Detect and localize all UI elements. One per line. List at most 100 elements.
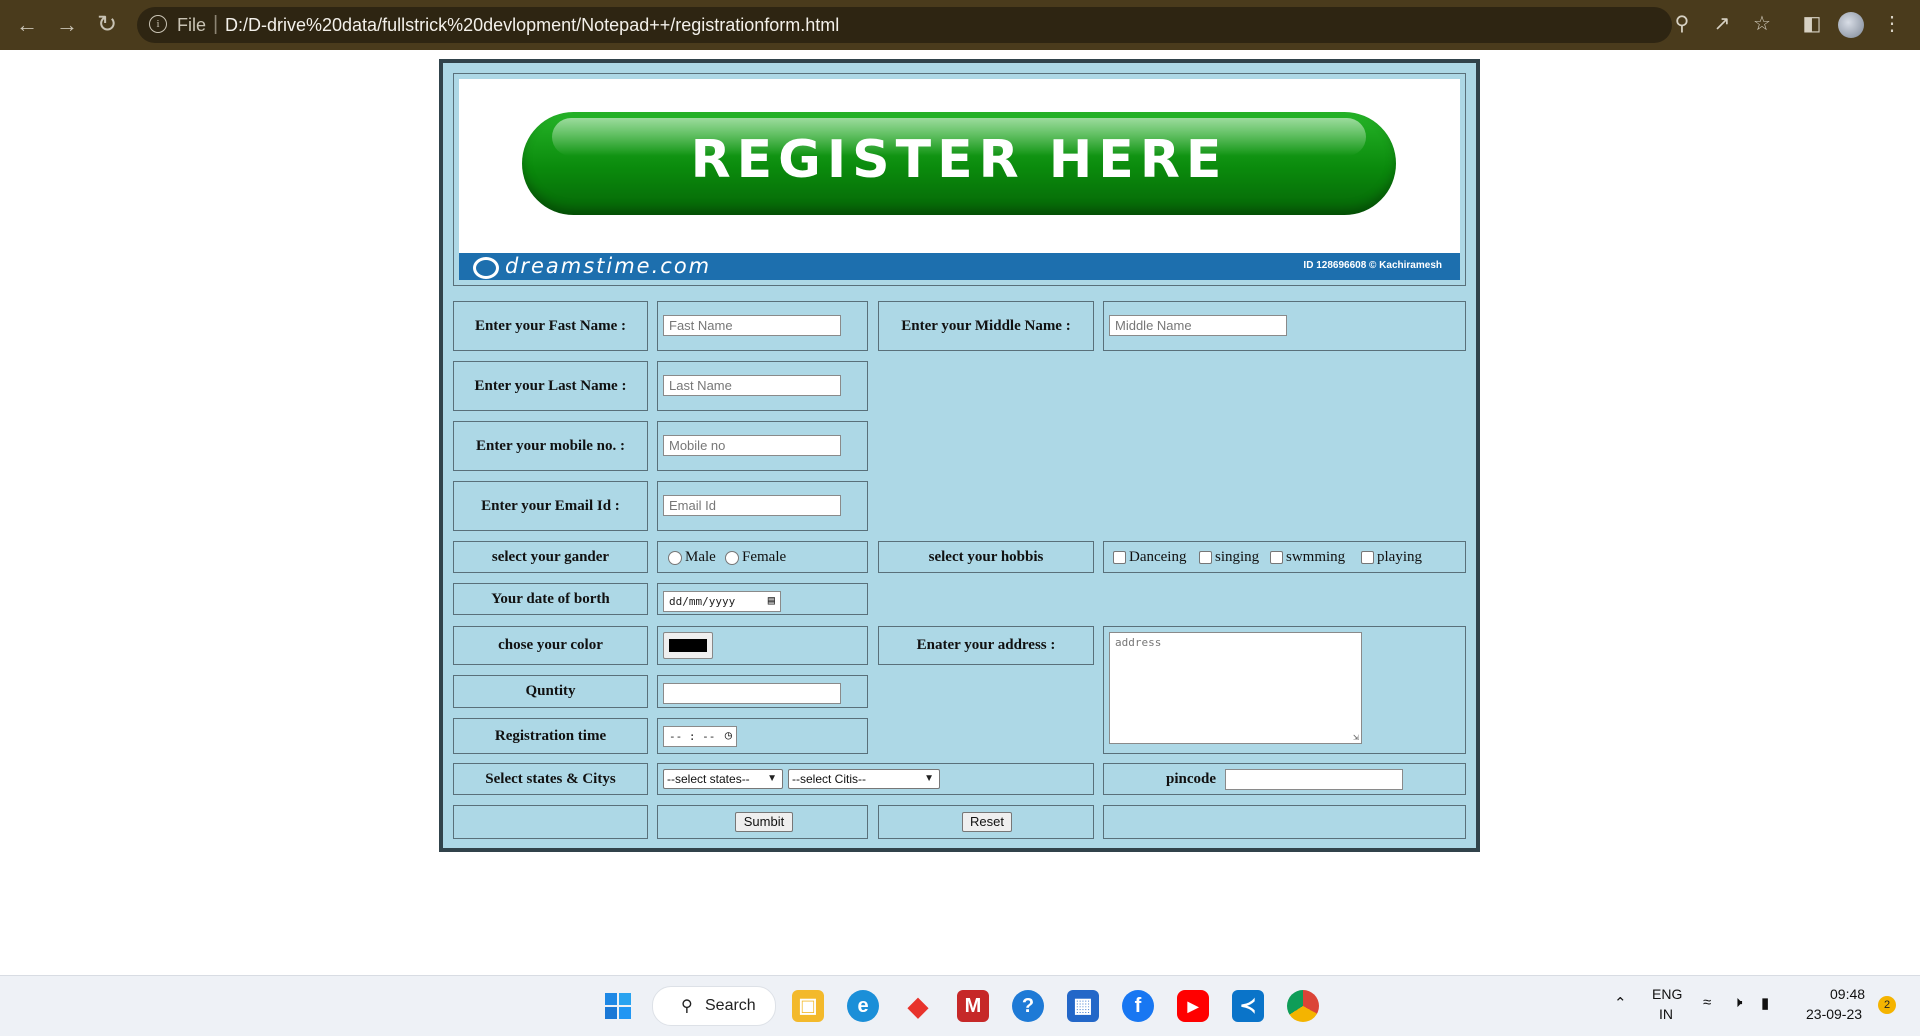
chevron-up-icon[interactable]: ⌃: [1614, 994, 1627, 1012]
hobby-option-swimming[interactable]: swmming: [1270, 549, 1345, 566]
sidepanel-icon[interactable]: ◧: [1800, 12, 1824, 36]
color-picker[interactable]: [663, 632, 713, 659]
middle-name-label: Enter your Middle Name :: [878, 301, 1094, 351]
middle-name-input[interactable]: Middle Name: [1109, 315, 1287, 336]
file-explorer-icon[interactable]: ▣: [792, 990, 824, 1022]
hobby-option-dancing[interactable]: Danceing: [1113, 549, 1186, 566]
gender-label: select your gander: [453, 541, 648, 573]
submit-cell: Sumbit: [657, 805, 868, 839]
pincode-cell: pincode: [1103, 763, 1466, 795]
last-name-placeholder: Last Name: [669, 378, 732, 393]
menu-icon[interactable]: ⋮: [1880, 12, 1904, 36]
clock-time[interactable]: 09:48: [1830, 986, 1865, 1002]
help-icon[interactable]: ?: [1012, 990, 1044, 1022]
language-label[interactable]: ENG: [1652, 986, 1682, 1002]
banner-id-text: ID 128696608 © Kachiramesh: [1303, 260, 1442, 271]
gender-cell: Male Female: [657, 541, 868, 573]
male-radio[interactable]: [668, 550, 682, 565]
windows-start-icon[interactable]: [602, 990, 634, 1022]
swimming-checkbox[interactable]: [1270, 551, 1283, 564]
search-icon: ⚲: [681, 998, 693, 1015]
singing-label: singing: [1215, 549, 1260, 565]
app-diamond-icon[interactable]: ◆: [902, 990, 934, 1022]
store-icon[interactable]: ▦: [1067, 990, 1099, 1022]
dob-label: Your date of borth: [453, 583, 648, 615]
edge-icon[interactable]: e: [847, 990, 879, 1022]
email-input[interactable]: Email Id: [663, 495, 841, 516]
forward-icon[interactable]: →: [54, 12, 80, 38]
hobbies-cell: Danceing singing swmming playing: [1103, 541, 1466, 573]
clock-date[interactable]: 23-09-23: [1806, 1006, 1862, 1022]
dob-value: dd/mm/yyyy: [669, 595, 736, 608]
notification-badge[interactable]: 2: [1878, 996, 1896, 1014]
taskbar-search[interactable]: ⚲ Search: [652, 986, 776, 1026]
city-select[interactable]: --select Citis-- ▼: [788, 769, 940, 789]
gender-option-female[interactable]: Female: [725, 549, 786, 566]
hobbies-label: select your hobbis: [878, 541, 1094, 573]
singing-checkbox[interactable]: [1199, 551, 1212, 564]
color-label: chose your color: [453, 626, 648, 665]
swimming-label: swmming: [1286, 549, 1346, 565]
dob-cell: dd/mm/yyyy ▤: [657, 583, 868, 615]
playing-label: playing: [1377, 549, 1422, 565]
browser-toolbar: ← → ↻ i File | D:/D-drive%20data/fullstr…: [0, 0, 1920, 50]
taskbar: ⚲ Search ▣ e ◆ M ? ▦ f ▶ ≺ ⌃ ENG IN ≈ 🕨 …: [0, 975, 1920, 1036]
address-separator: |: [213, 13, 219, 35]
wifi-icon[interactable]: ≈: [1703, 994, 1711, 1011]
city-selected: --select Citis--: [792, 772, 866, 786]
reload-icon[interactable]: ↻: [94, 12, 120, 38]
dancing-checkbox[interactable]: [1113, 551, 1126, 564]
mcafee-icon[interactable]: M: [957, 990, 989, 1022]
middle-name-cell: Middle Name: [1103, 301, 1466, 351]
playing-checkbox[interactable]: [1361, 551, 1374, 564]
address-cell: address ⇲: [1103, 626, 1466, 754]
reset-button[interactable]: Reset: [962, 812, 1012, 832]
hobby-option-playing[interactable]: playing: [1361, 549, 1422, 566]
address-bar[interactable]: i File | D:/D-drive%20data/fullstrick%20…: [137, 7, 1672, 43]
color-swatch: [669, 639, 707, 652]
vscode-icon[interactable]: ≺: [1232, 990, 1264, 1022]
mobile-cell: Mobile no: [657, 421, 868, 471]
share-icon[interactable]: ↗: [1710, 12, 1734, 36]
first-name-input[interactable]: Fast Name: [663, 315, 841, 336]
zoom-icon[interactable]: ⚲: [1670, 12, 1694, 36]
battery-icon[interactable]: ▮: [1761, 994, 1769, 1012]
register-banner-image: REGISTER HERE dreamstime.com ID 12869660…: [459, 79, 1460, 280]
youtube-icon[interactable]: ▶: [1177, 990, 1209, 1022]
mobile-placeholder: Mobile no: [669, 438, 726, 453]
email-placeholder: Email Id: [669, 498, 716, 513]
info-icon[interactable]: i: [149, 15, 167, 33]
state-selected: --select states--: [667, 772, 750, 786]
submit-button[interactable]: Sumbit: [735, 812, 793, 832]
resize-handle-icon[interactable]: ⇲: [1353, 732, 1359, 743]
reg-time-value: -- : --: [669, 730, 716, 743]
banner-cell: REGISTER HERE dreamstime.com ID 12869660…: [453, 73, 1466, 286]
last-name-label: Enter your Last Name :: [453, 361, 648, 411]
quantity-label: Quntity: [453, 675, 648, 708]
url-text[interactable]: D:/D-drive%20data/fullstrick%20devlopmen…: [225, 15, 839, 36]
female-radio[interactable]: [725, 550, 739, 565]
gender-option-male[interactable]: Male: [668, 549, 716, 566]
star-icon[interactable]: ☆: [1750, 12, 1774, 36]
dob-input[interactable]: dd/mm/yyyy ▤: [663, 591, 781, 612]
last-name-input[interactable]: Last Name: [663, 375, 841, 396]
registration-form: REGISTER HERE dreamstime.com ID 12869660…: [439, 59, 1480, 852]
calendar-icon[interactable]: ▤: [768, 593, 775, 607]
hobby-option-singing[interactable]: singing: [1199, 549, 1259, 566]
region-label[interactable]: IN: [1659, 1006, 1673, 1022]
banner-footer: dreamstime.com ID 128696608 © Kachirames…: [459, 253, 1460, 280]
clock-icon[interactable]: ◷: [725, 728, 732, 742]
facebook-icon[interactable]: f: [1122, 990, 1154, 1022]
volume-muted-icon[interactable]: 🕨: [1733, 994, 1742, 1011]
profile-avatar[interactable]: [1838, 12, 1864, 38]
chrome-icon[interactable]: [1287, 990, 1319, 1022]
state-select[interactable]: --select states-- ▼: [663, 769, 783, 789]
back-icon[interactable]: ←: [14, 12, 40, 38]
dancing-label: Danceing: [1129, 549, 1187, 565]
reg-time-input[interactable]: -- : -- ◷: [663, 726, 737, 747]
pincode-input[interactable]: [1225, 769, 1403, 790]
address-textarea[interactable]: address ⇲: [1109, 632, 1362, 744]
mobile-input[interactable]: Mobile no: [663, 435, 841, 456]
quantity-input[interactable]: [663, 683, 841, 704]
states-cell: --select states-- ▼ --select Citis-- ▼: [657, 763, 1094, 795]
